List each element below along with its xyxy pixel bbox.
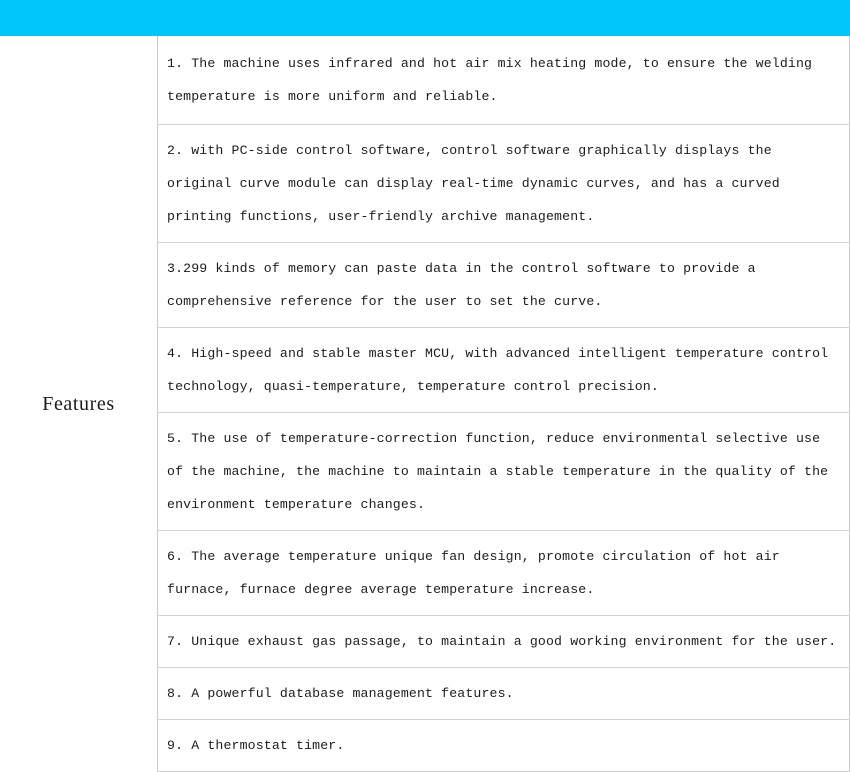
feature-text: 5. The use of temperature-correction fun… bbox=[158, 413, 850, 531]
top-accent-bar bbox=[0, 0, 850, 36]
feature-text: 8. A powerful database management featur… bbox=[158, 668, 850, 720]
feature-item: 7. Unique exhaust gas passage, to mainta… bbox=[158, 616, 850, 668]
feature-item: 2. with PC-side control software, contro… bbox=[158, 125, 850, 243]
specification-table: Features 1. The machine uses infrared an… bbox=[0, 36, 850, 772]
spec-table-row: Features 1. The machine uses infrared an… bbox=[0, 36, 850, 772]
feature-item: 3.299 kinds of memory can paste data in … bbox=[158, 243, 850, 328]
feature-item: 9. A thermostat timer. bbox=[158, 720, 850, 772]
feature-item: 8. A powerful database management featur… bbox=[158, 668, 850, 720]
feature-item: 5. The use of temperature-correction fun… bbox=[158, 413, 850, 531]
feature-text: 2. with PC-side control software, contro… bbox=[158, 125, 850, 243]
feature-text: 4. High-speed and stable master MCU, wit… bbox=[158, 328, 850, 413]
feature-text: 1. The machine uses infrared and hot air… bbox=[158, 36, 850, 125]
feature-item: 4. High-speed and stable master MCU, wit… bbox=[158, 328, 850, 413]
feature-text: 9. A thermostat timer. bbox=[158, 720, 850, 772]
product-spec-page: Features 1. The machine uses infrared an… bbox=[0, 0, 850, 599]
feature-text: 6. The average temperature unique fan de… bbox=[158, 531, 850, 616]
features-row-label: Features bbox=[0, 36, 158, 772]
feature-text: 7. Unique exhaust gas passage, to mainta… bbox=[158, 616, 850, 668]
feature-text: 3.299 kinds of memory can paste data in … bbox=[158, 243, 850, 328]
feature-list: 1. The machine uses infrared and hot air… bbox=[158, 36, 850, 772]
feature-item: 6. The average temperature unique fan de… bbox=[158, 531, 850, 616]
feature-item: 1. The machine uses infrared and hot air… bbox=[158, 36, 850, 125]
features-cell: 1. The machine uses infrared and hot air… bbox=[158, 36, 850, 772]
